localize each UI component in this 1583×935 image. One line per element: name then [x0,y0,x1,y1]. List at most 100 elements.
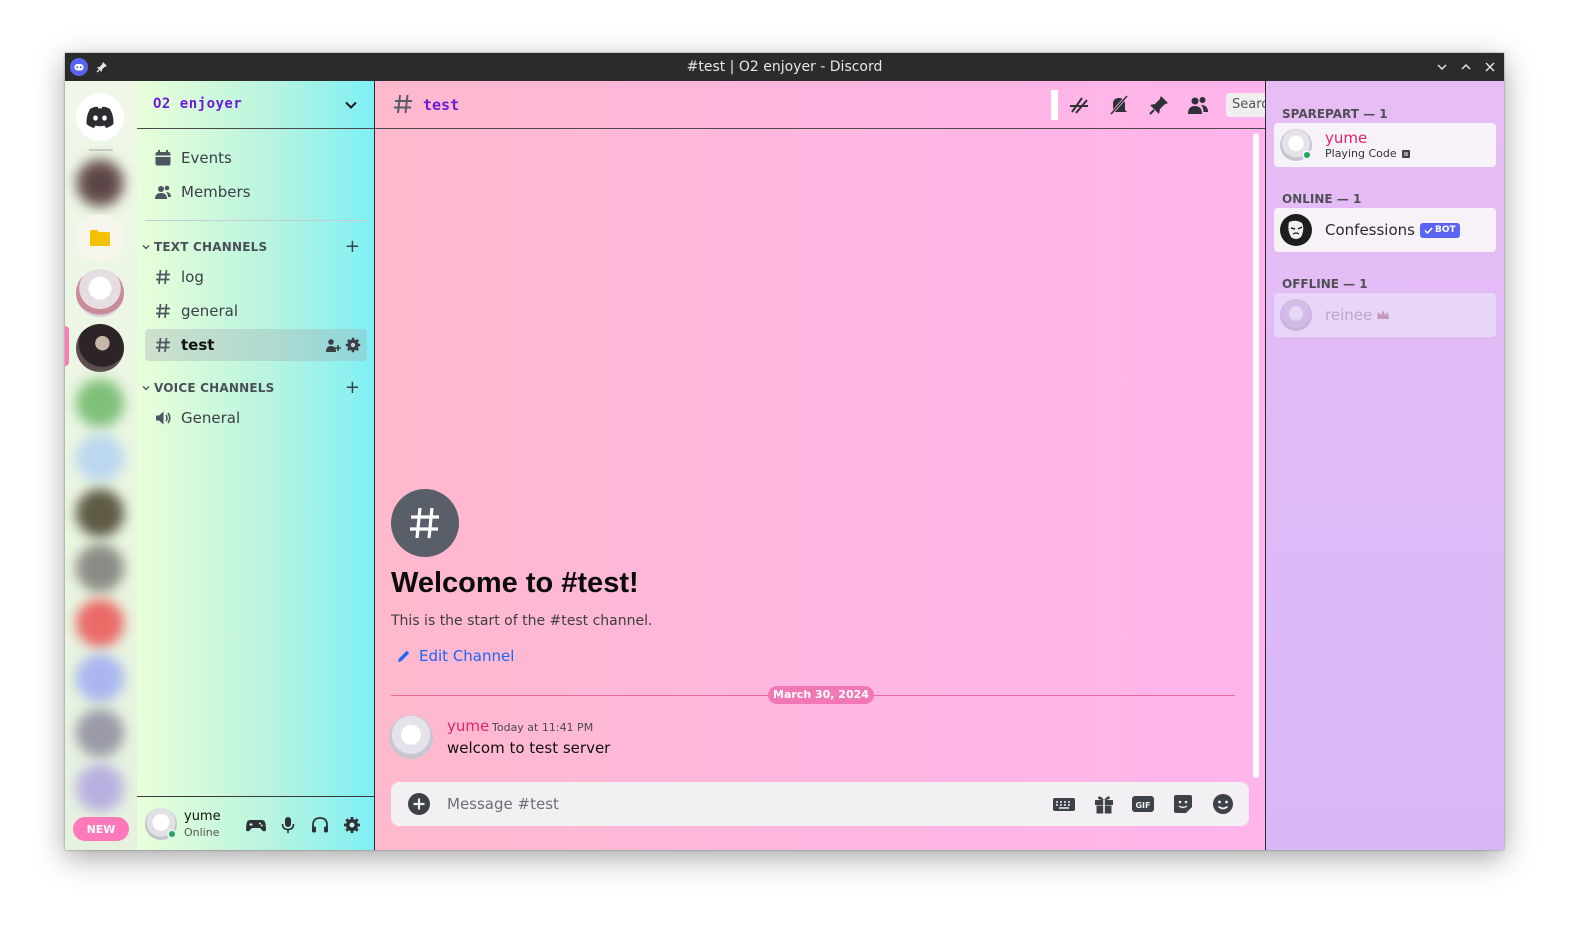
pin-icon[interactable] [1147,93,1171,117]
header-divider [1051,90,1058,120]
speaker-icon [153,408,173,428]
server-header[interactable]: O2 enjoyer [137,81,374,129]
window-title: #test | O2 enjoyer - Discord [686,59,883,75]
member-activity: Playing Code [1325,147,1411,160]
message-text: welcom to test server [447,739,611,757]
server-icon[interactable] [76,599,124,647]
add-channel-icon[interactable]: + [345,377,360,398]
server-icon-selected[interactable] [76,324,124,372]
add-attachment-button[interactable] [407,792,431,820]
headphones-icon[interactable] [309,814,331,836]
server-name: O2 enjoyer [153,96,243,112]
create-invite-icon[interactable] [325,337,341,353]
sidebar-item-members[interactable]: Members [145,176,367,208]
user-settings-gear-icon[interactable] [341,814,363,836]
avatar [1280,214,1312,246]
hashtag-icon [153,267,173,287]
text-channels-category[interactable]: TEXT CHANNELS [141,240,267,254]
user-panel: yume Online [137,796,374,850]
discord-home-button[interactable] [76,93,124,141]
category-label: VOICE CHANNELS [154,381,275,395]
close-button[interactable] [1481,58,1499,76]
message-timestamp: Today at 11:41 PM [492,721,594,734]
channel-test[interactable]: test [145,329,367,361]
message-composer[interactable]: Message #test GIF [391,782,1249,826]
sidebar-item-events[interactable]: Events [145,142,367,174]
pencil-icon [398,650,410,662]
server-icon[interactable] [76,269,124,317]
server-icon[interactable] [76,434,124,482]
gear-icon[interactable] [345,337,361,353]
bot-tag: BOT [1419,222,1460,238]
avatar [1280,299,1312,331]
online-status-icon [1302,150,1312,160]
server-icon[interactable] [76,489,124,537]
gif-icon[interactable]: GIF [1130,792,1156,816]
hashtag-icon [392,93,414,119]
chat-area: test Search Welcome to #test! This is th… [375,81,1485,850]
sidebar-divider [145,220,367,221]
member-group-header: OFFLINE — 1 [1282,277,1368,291]
server-icon[interactable] [76,764,124,812]
server-folder-button[interactable] [76,214,124,262]
online-status-icon [167,829,177,839]
chat-scrollbar[interactable] [1253,133,1259,778]
member-item-confessions[interactable]: Confessions BOT [1274,208,1496,252]
microphone-icon[interactable] [277,814,299,836]
server-icon[interactable] [76,379,124,427]
message-author[interactable]: yume [447,717,489,735]
keyboard-icon[interactable] [1051,792,1077,816]
new-badge[interactable]: NEW [73,817,129,841]
channel-label: General [181,409,241,427]
server-icon[interactable] [76,654,124,702]
minimize-button[interactable] [1433,58,1451,76]
member-list: SPAREPART — 1 yume Playing Code ONLINE —… [1265,81,1504,850]
emoji-icon[interactable] [1210,792,1236,816]
notification-bell-muted-icon[interactable] [1107,93,1131,117]
members-icon [153,182,173,202]
user-name[interactable]: yume [184,809,221,824]
gift-icon[interactable] [1091,792,1117,816]
add-channel-icon[interactable]: + [345,236,360,257]
message-input[interactable]: Message #test [447,795,559,813]
server-icon[interactable] [76,159,124,207]
maximize-button[interactable] [1457,58,1475,76]
server-icon[interactable] [76,544,124,592]
chevron-down-icon [142,245,150,250]
threads-icon[interactable] [1067,93,1091,117]
category-label: TEXT CHANNELS [154,240,268,254]
hashtag-icon [153,301,173,321]
chevron-down-icon [344,97,358,116]
rich-presence-icon [1401,149,1410,158]
channel-label: general [181,302,239,320]
svg-text:GIF: GIF [1135,801,1150,810]
member-list-icon[interactable] [1186,93,1210,117]
member-name: Confessions [1325,221,1415,239]
voice-channel-general[interactable]: General [145,402,367,434]
sticker-icon[interactable] [1170,792,1196,816]
server-rail: NEW [65,81,137,850]
bot-tag-label: BOT [1434,225,1456,235]
hashtag-icon [153,335,173,355]
welcome-subtitle: This is the start of the #test channel. [391,613,653,629]
channel-header: test Search [375,81,1485,129]
member-item-reinee[interactable]: reinee [1274,293,1496,337]
member-activity-text: Playing Code [1325,147,1397,160]
sidebar-item-label: Members [181,183,251,201]
channel-title: test [423,96,460,114]
edit-channel-link[interactable]: Edit Channel [397,647,514,665]
gamepad-icon[interactable] [245,814,267,836]
calendar-icon [153,148,173,168]
voice-channels-category[interactable]: VOICE CHANNELS [141,381,274,395]
channel-label: test [181,336,215,354]
channel-log[interactable]: log [145,261,367,293]
edit-channel-label: Edit Channel [419,647,515,665]
member-name: yume [1325,129,1368,147]
avatar[interactable] [389,715,433,759]
member-item-yume[interactable]: yume Playing Code [1274,123,1496,167]
server-icon[interactable] [76,709,124,757]
welcome-title: Welcome to #test! [391,567,639,599]
channel-general[interactable]: general [145,295,367,327]
member-name: reinee [1325,306,1373,324]
discord-app: NEW O2 enjoyer Events Members TEXT CHANN… [65,81,1504,850]
